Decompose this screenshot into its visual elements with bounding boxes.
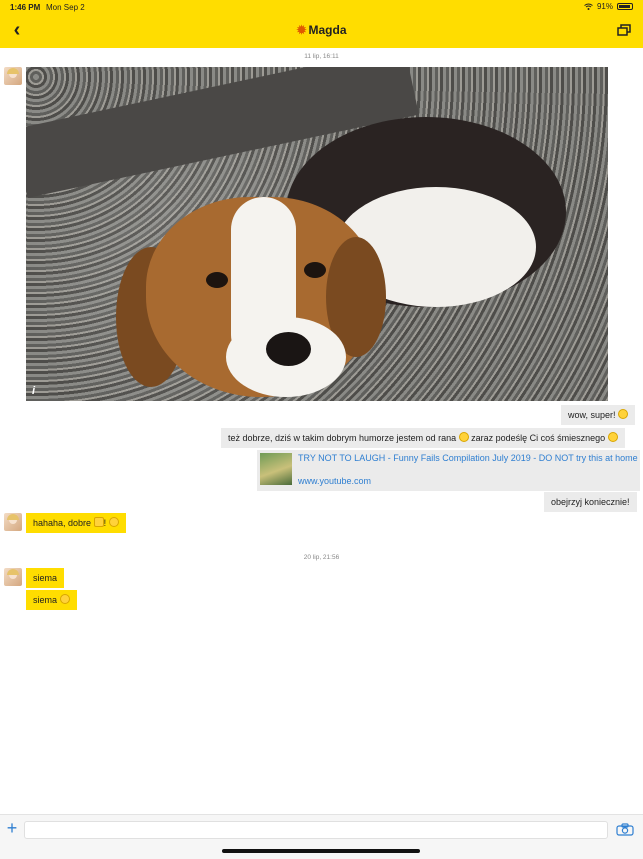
- timestamp: 11 lip, 16:11: [304, 53, 339, 60]
- info-icon[interactable]: i: [32, 385, 35, 397]
- message-input[interactable]: [24, 821, 608, 839]
- message-bubble[interactable]: też dobrze, dziś w takim dobrym humorze …: [221, 428, 625, 448]
- wifi-icon: [584, 3, 593, 10]
- message-text: obejrzyj koniecznie!: [551, 497, 630, 507]
- message-text: siema: [33, 573, 58, 583]
- link-url[interactable]: www.youtube.com: [298, 476, 371, 486]
- message-text: zaraz podeślę Ci coś śmiesznego: [471, 433, 606, 443]
- status-time: 1:46 PM: [10, 3, 41, 12]
- smile-emoji-icon: [458, 432, 469, 442]
- photo-detail: [304, 262, 326, 278]
- home-indicator: [222, 849, 420, 853]
- emoji-icon: [93, 517, 104, 527]
- chat-header: ‹ ✹ Magda: [0, 14, 643, 48]
- message-text: hahaha, dobre: [33, 518, 92, 528]
- status-right: 91%: [584, 2, 633, 11]
- message-text: siema: [33, 595, 58, 605]
- sun-icon: ✹: [296, 23, 307, 37]
- message-bubble[interactable]: siema: [26, 590, 77, 610]
- message-bubble[interactable]: hahaha, dobre !: [26, 513, 126, 533]
- windows-icon[interactable]: [617, 24, 631, 36]
- avatar[interactable]: [4, 513, 22, 531]
- photo-detail: [206, 272, 228, 288]
- message-bubble[interactable]: siema: [26, 568, 65, 588]
- plus-icon[interactable]: +: [4, 819, 20, 837]
- avatar[interactable]: [4, 568, 22, 586]
- message-bubble[interactable]: obejrzyj koniecznie!: [544, 492, 637, 512]
- shared-photo[interactable]: i: [26, 67, 608, 401]
- laugh-emoji-icon: [607, 432, 618, 442]
- battery-icon: [617, 3, 633, 10]
- avatar[interactable]: [4, 67, 22, 85]
- message-text: wow, super!: [568, 410, 616, 420]
- camera-icon[interactable]: [616, 823, 634, 836]
- contact-name: Magda: [308, 23, 347, 37]
- smile-emoji-icon: [59, 594, 70, 604]
- battery-percent: 91%: [596, 2, 613, 11]
- status-date: Mon Sep 2: [46, 3, 85, 12]
- message-text: też dobrze, dziś w takim dobrym humorze …: [228, 433, 457, 443]
- link-title[interactable]: TRY NOT TO LAUGH - Funny Fails Compilati…: [298, 453, 638, 463]
- smile-emoji-icon: [618, 409, 629, 419]
- chat-title[interactable]: ✹ Magda: [0, 23, 643, 37]
- laugh-emoji-icon: [108, 517, 119, 527]
- status-bar: 1:46 PM Mon Sep 2 91%: [0, 0, 643, 14]
- video-thumbnail: [260, 453, 292, 485]
- link-preview[interactable]: TRY NOT TO LAUGH - Funny Fails Compilati…: [257, 450, 640, 491]
- message-bubble[interactable]: wow, super!: [561, 405, 636, 425]
- timestamp: 20 lip, 21:56: [303, 554, 340, 561]
- photo-detail: [266, 332, 311, 366]
